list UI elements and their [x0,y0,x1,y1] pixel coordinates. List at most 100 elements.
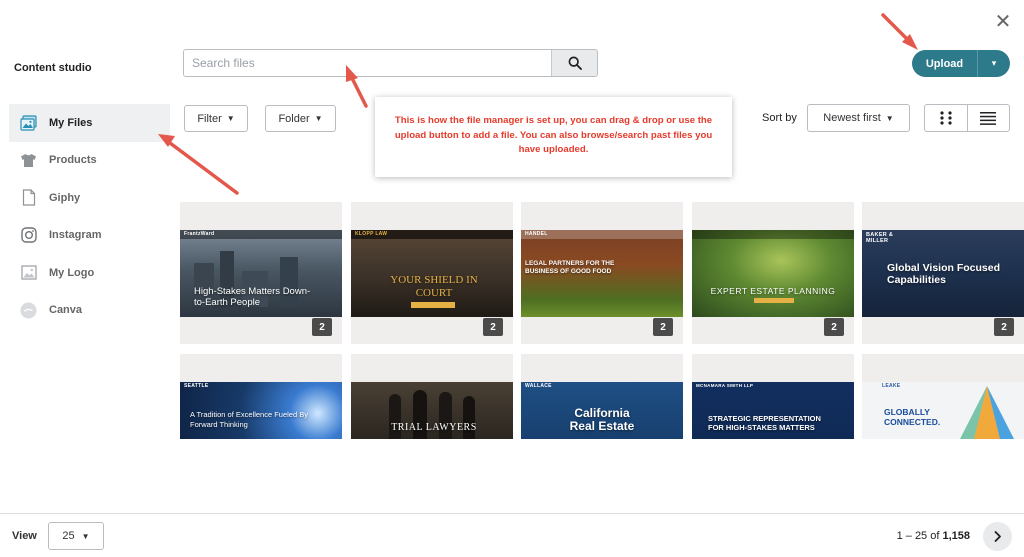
sidebar-item-canva[interactable]: Canva [9,292,170,330]
thumbnail-logo: SEATTLE [184,383,209,389]
arrow-to-upload [881,13,918,50]
chevron-down-icon: ▼ [885,113,894,123]
file-tile[interactable]: MCNAMARA SMITH LLP STRATEGIC REPRESENTAT… [692,354,854,439]
thumbnail-caption: YOUR SHIELD IN COURT [390,274,478,299]
sidebar-item-label: Canva [49,304,83,317]
search-bar [183,49,598,77]
filter-label: Filter [197,112,222,125]
search-button[interactable] [551,50,597,76]
instagram-icon [20,227,37,244]
thumbnail-caption: California Real Estate [569,406,635,433]
search-icon [568,56,582,70]
thumbnail-logo: BAKER & MILLER [866,232,894,244]
pagination-bar [0,513,1024,557]
sort-dropdown[interactable]: Newest first ▼ [807,104,910,132]
per-page-value: 25 [62,530,75,542]
file-thumbnail: BAKER & MILLER Global Vision Focused Cap… [862,230,1024,317]
my-files-icon [20,114,37,131]
file-count-badge: 2 [312,318,332,336]
callout-text: This is how the file manager is set up, … [394,115,713,155]
view-label: View [12,530,37,542]
file-count-badge: 2 [994,318,1014,336]
file-tile[interactable]: LEAKE GLOBALLY CONNECTED. [862,354,1024,439]
file-thumbnail: MCNAMARA SMITH LLP STRATEGIC REPRESENTAT… [692,382,854,439]
upload-split-button: Upload ▾ [912,50,1010,77]
thumbnail-caption: A Tradition of Excellence Fueled By Forw… [190,410,308,429]
thumbnail-caption: TRIAL LAWYERS [391,422,477,433]
thumbnail-caption: GLOBALLY CONNECTED. [884,407,941,427]
file-tile[interactable]: HANDEL LEGAL PARTNERS FOR THE BUSINESS O… [521,202,683,344]
file-tile[interactable]: BAKER & MILLER Global Vision Focused Cap… [862,202,1024,344]
file-tile[interactable]: KLOPP LAW YOUR SHIELD IN COURT 2 [351,202,513,344]
chevron-right-icon [994,531,1001,542]
chevron-down-icon: ▼ [226,114,235,123]
chevron-down-icon: ▾ [991,58,997,68]
thumbnail-caption: EXPERT ESTATE PLANNING [710,286,836,296]
sort-value: Newest first [823,112,881,124]
file-thumbnail: KLOPP LAW YOUR SHIELD IN COURT [351,230,513,317]
close-icon[interactable]: ✕ [992,11,1014,33]
per-page-dropdown[interactable]: 25 ▼ [48,522,104,550]
sidebar: My Files Products Giphy Instagram My Log… [9,104,170,329]
list-icon [980,111,997,125]
upload-options-button[interactable]: ▾ [977,50,1010,77]
sidebar-item-label: My Logo [49,266,95,279]
thumbnail-caption: LEGAL PARTNERS FOR THE BUSINESS OF GOOD … [525,260,615,275]
thumbnail-logo: WALLACE [525,383,552,389]
thumbnail-logo: HANDEL [525,231,548,237]
file-tile[interactable]: TRIAL LAWYERS [351,354,513,439]
file-count-badge: 2 [483,318,503,336]
file-thumbnail: SEATTLE A Tradition of Excellence Fueled… [180,382,342,439]
file-thumbnail: HANDEL LEGAL PARTNERS FOR THE BUSINESS O… [521,230,683,317]
annotation-callout: This is how the file manager is set up, … [375,97,732,177]
file-thumbnail: FrantzWard High-Stakes Matters Down-to-E… [180,230,342,317]
thumbnail-caption: Global Vision Focused Capabilities [887,262,1000,286]
sidebar-item-instagram[interactable]: Instagram [9,217,170,255]
grid-view-button[interactable] [925,105,968,131]
file-thumbnail: LEAKE GLOBALLY CONNECTED. [862,382,1024,439]
folder-dropdown[interactable]: Folder ▼ [265,105,336,132]
folder-label: Folder [278,112,310,125]
total-count: 1,158 [942,530,970,542]
file-tile[interactable]: WALLACE California Real Estate [521,354,683,439]
tshirt-icon [20,152,37,169]
page-range-prefix: 1 – 25 of [896,530,943,542]
file-count-badge: 2 [653,318,673,336]
chevron-down-icon: ▼ [81,531,90,541]
grid-dots-icon [940,111,952,125]
file-count-badge: 2 [824,318,844,336]
view-toggle [924,104,1010,132]
search-input[interactable] [184,50,551,76]
sidebar-item-label: Instagram [49,229,102,242]
file-tile[interactable]: SEATTLE A Tradition of Excellence Fueled… [180,354,342,439]
file-tile[interactable]: FrantzWard High-Stakes Matters Down-to-E… [180,202,342,344]
sidebar-item-products[interactable]: Products [9,142,170,180]
thumbnail-logo: LEAKE [882,383,901,389]
document-icon [20,189,37,206]
sidebar-item-giphy[interactable]: Giphy [9,179,170,217]
sidebar-item-my-logo[interactable]: My Logo [9,254,170,292]
sort-label: Sort by [762,112,797,124]
file-thumbnail: WALLACE California Real Estate [521,382,683,439]
thumbnail-logo: MCNAMARA SMITH LLP [696,383,754,388]
sidebar-item-label: My Files [49,116,93,129]
thumbnail-logo: FrantzWard [184,231,215,237]
next-page-button[interactable] [983,522,1012,551]
sidebar-item-label: Products [49,154,97,167]
sidebar-item-my-files[interactable]: My Files [9,104,170,142]
canva-icon [20,302,37,319]
file-thumbnail: TRIAL LAWYERS [351,382,513,439]
chevron-down-icon: ▼ [314,114,323,123]
page-title: Content studio [14,62,92,74]
file-thumbnail: EXPERT ESTATE PLANNING [692,230,854,317]
thumbnail-caption: High-Stakes Matters Down-to-Earth People [194,286,311,308]
file-tile[interactable]: EXPERT ESTATE PLANNING 2 [692,202,854,344]
thumbnail-logo: KLOPP LAW [355,231,388,237]
list-view-button[interactable] [968,105,1010,131]
filter-dropdown[interactable]: Filter ▼ [184,105,248,132]
image-icon [20,264,37,281]
sidebar-item-label: Giphy [49,191,81,204]
thumbnail-graphic [960,386,1014,439]
upload-button[interactable]: Upload [912,50,977,77]
page-range: 1 – 25 of 1,158 [880,530,970,542]
